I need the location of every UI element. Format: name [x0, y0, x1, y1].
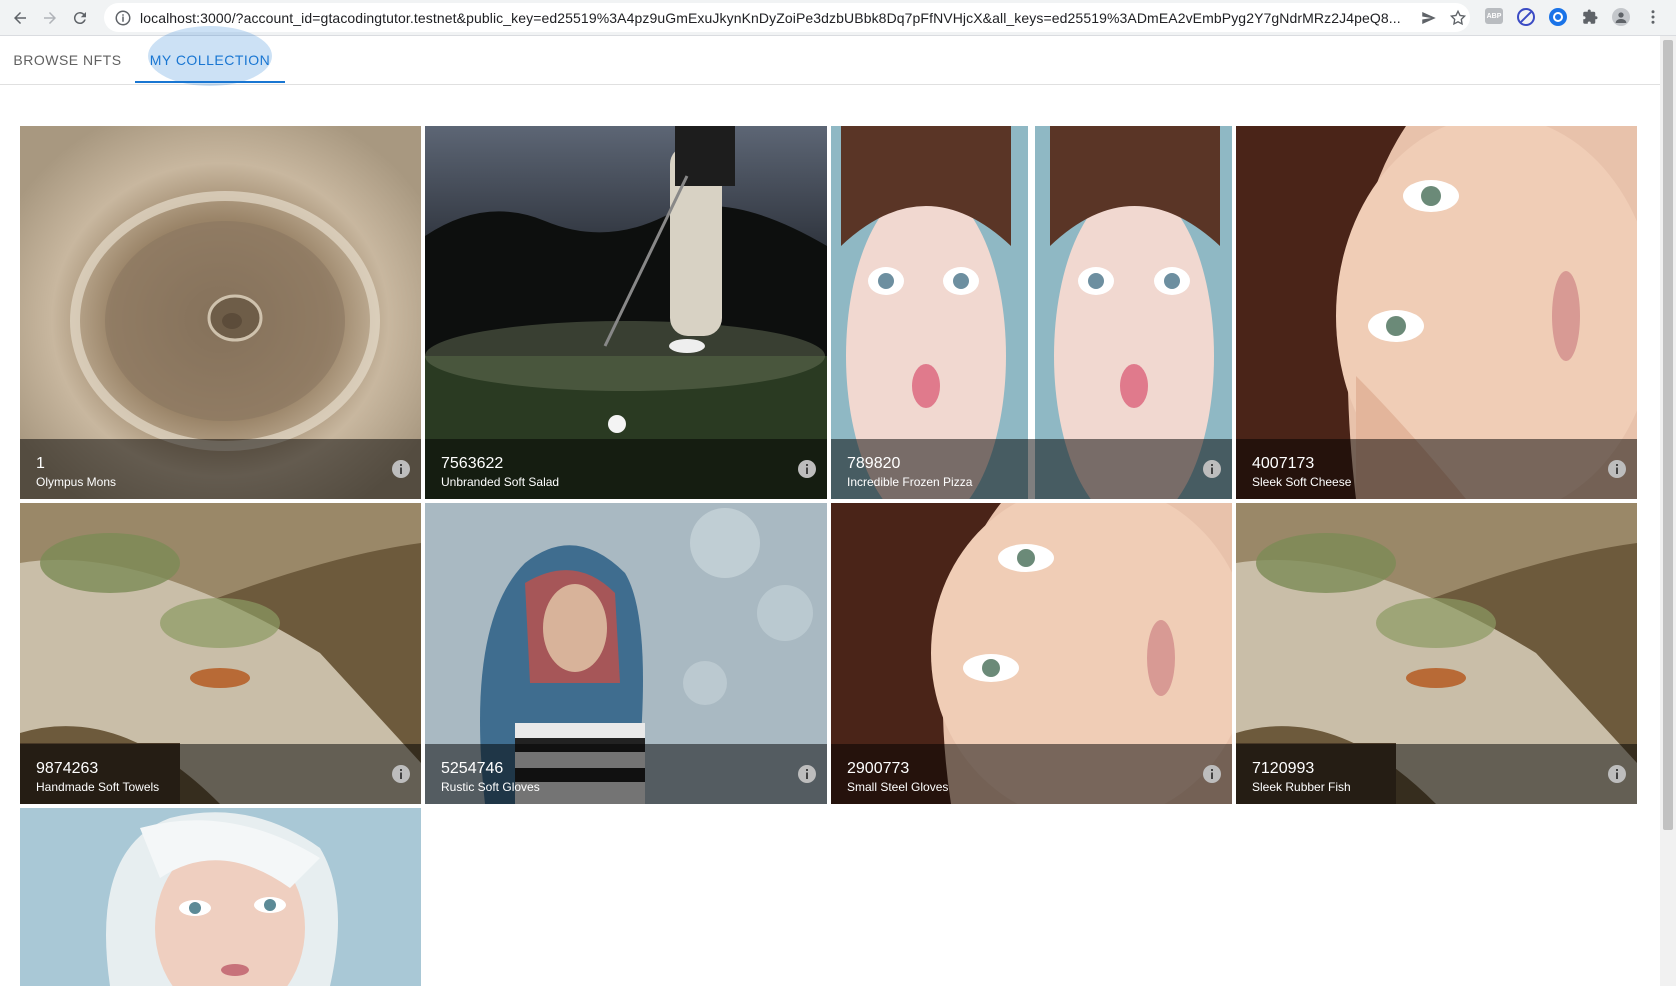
- tile-token-id: 1: [36, 455, 45, 472]
- address-bar[interactable]: localhost:3000/?account_id=gtacodingtuto…: [104, 3, 1470, 32]
- tile-token-id: 5254746: [441, 760, 504, 777]
- info-icon[interactable]: [1607, 459, 1627, 479]
- password-extension-icon[interactable]: [1549, 8, 1567, 26]
- browser-toolbar: localhost:3000/?account_id=gtacodingtuto…: [0, 0, 1676, 36]
- browser-menu-icon[interactable]: [1644, 8, 1662, 26]
- info-icon[interactable]: [1202, 764, 1222, 784]
- info-icon[interactable]: [1202, 459, 1222, 479]
- info-icon[interactable]: [1607, 764, 1627, 784]
- nft-tile[interactable]: 9874263 Handmade Soft Towels: [20, 503, 421, 804]
- tab-bar: BROWSE NFTS MY COLLECTION: [0, 26, 1660, 86]
- tile-title: Incredible Frozen Pizza: [847, 475, 973, 489]
- page-scrollbar-thumb[interactable]: [1663, 40, 1673, 830]
- tile-caption-bar: [20, 439, 421, 499]
- tile-token-id: 7120993: [1252, 760, 1315, 777]
- tile-token-id: 789820: [847, 455, 901, 472]
- nft-tile[interactable]: 5254746 Rustic Soft Gloves: [425, 503, 827, 804]
- nft-tile[interactable]: 1 Olympus Mons: [20, 126, 421, 499]
- tile-title: Rustic Soft Gloves: [441, 780, 540, 794]
- nft-tile[interactable]: 7120993 Sleek Rubber Fish: [1236, 503, 1637, 804]
- nft-tile[interactable]: 789820 Incredible Frozen Pizza: [831, 126, 1232, 499]
- info-icon[interactable]: [797, 459, 817, 479]
- info-icon[interactable]: [391, 459, 411, 479]
- tab-browse-nfts[interactable]: BROWSE NFTS: [0, 36, 135, 84]
- tile-token-id: 7563622: [441, 455, 504, 472]
- back-icon[interactable]: [8, 6, 32, 30]
- tab-browse-nfts-label: BROWSE NFTS: [13, 52, 122, 68]
- tab-my-collection-label: MY COLLECTION: [149, 52, 271, 68]
- block-extension-icon[interactable]: [1517, 8, 1535, 26]
- tab-indicator: [135, 81, 285, 83]
- send-icon[interactable]: [1420, 9, 1438, 27]
- tile-title: Olympus Mons: [36, 475, 117, 489]
- extensions-puzzle-icon[interactable]: [1581, 8, 1599, 26]
- tile-token-id: 2900773: [847, 760, 910, 777]
- nft-tile[interactable]: 4007173 Sleek Soft Cheese: [1236, 126, 1637, 499]
- url-text[interactable]: localhost:3000/?account_id=gtacodingtuto…: [140, 10, 1400, 26]
- nft-tile[interactable]: 2900773 Small Steel Gloves: [831, 503, 1232, 804]
- bookmark-star-icon[interactable]: [1449, 9, 1467, 27]
- reload-icon[interactable]: [68, 6, 92, 30]
- profile-avatar-icon[interactable]: [1612, 8, 1630, 26]
- tile-title: Sleek Soft Cheese: [1252, 475, 1352, 489]
- forward-icon[interactable]: [38, 6, 62, 30]
- adblock-extension-icon[interactable]: ABP: [1485, 8, 1503, 24]
- tile-title: Small Steel Gloves: [847, 780, 949, 794]
- tile-title: Unbranded Soft Salad: [441, 475, 560, 489]
- info-icon[interactable]: [797, 764, 817, 784]
- tile-token-id: 9874263: [36, 760, 99, 777]
- white-haired-girl-image: [20, 808, 421, 986]
- tile-title: Handmade Soft Towels: [36, 780, 160, 794]
- nft-tile[interactable]: 7563622 Unbranded Soft Salad: [425, 126, 827, 499]
- site-info-icon[interactable]: [114, 9, 132, 27]
- tab-my-collection[interactable]: MY COLLECTION: [135, 26, 285, 86]
- tile-token-id: 4007173: [1252, 455, 1315, 472]
- nft-tile[interactable]: [20, 808, 421, 986]
- info-icon[interactable]: [391, 764, 411, 784]
- tile-title: Sleek Rubber Fish: [1252, 780, 1351, 794]
